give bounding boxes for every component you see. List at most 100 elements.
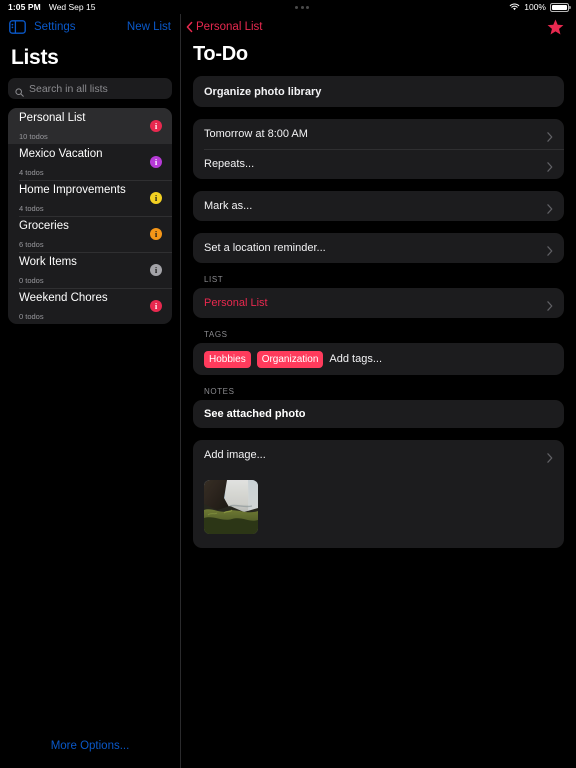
due-date-label: Tomorrow at 8:00 AM xyxy=(204,128,308,140)
split-view: Settings New List Lists Search in all li… xyxy=(0,14,576,768)
location-reminder-label: Set a location reminder... xyxy=(204,242,326,254)
add-tags-input[interactable]: Add tags... xyxy=(329,353,382,365)
list-item-count: 0 todos xyxy=(19,312,44,321)
info-badge-icon[interactable]: i xyxy=(150,156,162,168)
search-icon xyxy=(15,84,24,97)
list-item-text: Home Improvements 4 todos xyxy=(19,180,150,216)
list-item-name: Home Improvements xyxy=(19,184,126,196)
sidebar-item-mexico-vacation[interactable]: Mexico Vacation 4 todos i xyxy=(8,144,172,180)
list-item-text: Personal List 10 todos xyxy=(19,108,150,144)
back-button-label: Personal List xyxy=(196,21,263,33)
status-date: Wed Sep 15 xyxy=(48,2,96,12)
notes-card: See attached photo xyxy=(193,400,564,428)
sidebar-toggle-icon[interactable] xyxy=(9,20,26,34)
list-item-count: 0 todos xyxy=(19,276,44,285)
list-item-count: 4 todos xyxy=(19,168,44,177)
add-image-label: Add image... xyxy=(204,449,266,461)
list-item-name: Personal List xyxy=(19,112,86,124)
todo-title-field[interactable]: Organize photo library xyxy=(193,76,564,107)
image-thumbnails xyxy=(193,470,564,548)
info-badge-icon[interactable]: i xyxy=(150,228,162,240)
list-item-count: 10 todos xyxy=(19,132,48,141)
new-list-button[interactable]: New List xyxy=(127,21,171,33)
sidebar-item-groceries[interactable]: Groceries 6 todos i xyxy=(8,216,172,252)
notes-section-header: NOTES xyxy=(204,387,235,396)
list-item-name: Groceries xyxy=(19,220,69,232)
notes-value: See attached photo xyxy=(204,408,306,420)
detail-nav-bar: Personal List xyxy=(181,14,576,40)
add-image-row[interactable]: Add image... xyxy=(193,440,564,470)
list-item-count: 6 todos xyxy=(19,240,44,249)
star-filled-icon[interactable] xyxy=(547,19,564,35)
sidebar-nav-bar: Settings New List xyxy=(0,14,180,40)
sidebar-item-weekend-chores[interactable]: Weekend Chores 0 todos i xyxy=(8,288,172,324)
search-placeholder: Search in all lists xyxy=(29,82,108,95)
sidebar-item-home-improvements[interactable]: Home Improvements 4 todos i xyxy=(8,180,172,216)
list-value-label: Personal List xyxy=(204,297,268,309)
status-bar: 1:05 PM Wed Sep 15 100% xyxy=(0,0,576,14)
multitask-dots-icon[interactable] xyxy=(295,5,310,9)
list-item-name: Work Items xyxy=(19,256,77,268)
repeats-label: Repeats... xyxy=(204,158,255,170)
tag-chip-organization[interactable]: Organization xyxy=(256,350,324,368)
list-item-name: Weekend Chores xyxy=(19,292,108,304)
sidebar-item-work-items[interactable]: Work Items 0 todos i xyxy=(8,252,172,288)
mark-as-label: Mark as... xyxy=(204,200,253,212)
location-reminder-row[interactable]: Set a location reminder... xyxy=(193,233,564,263)
info-badge-icon[interactable]: i xyxy=(150,192,162,204)
image-card: Add image... xyxy=(193,440,564,548)
attached-photo-thumbnail[interactable] xyxy=(204,480,258,534)
info-badge-icon[interactable]: i xyxy=(150,264,162,276)
info-badge-icon[interactable]: i xyxy=(150,120,162,132)
list-value-row[interactable]: Personal List xyxy=(193,288,564,318)
list-section-header: LIST xyxy=(204,275,224,284)
status-time: 1:05 PM xyxy=(8,2,41,12)
settings-button[interactable]: Settings xyxy=(34,21,76,33)
detail-title: To-Do xyxy=(193,43,248,65)
list-item-count: 4 todos xyxy=(19,204,44,213)
chevron-left-icon xyxy=(186,21,193,33)
mark-as-card: Mark as... xyxy=(193,191,564,221)
battery-percent: 100% xyxy=(524,2,546,12)
detail-scroll-area: Organize photo library Tomorrow at 8:00 … xyxy=(181,76,576,548)
todo-title-value: Organize photo library xyxy=(204,85,322,98)
list-item-text: Weekend Chores 0 todos xyxy=(19,288,150,324)
lists-container: Personal List 10 todos i Mexico Vacation… xyxy=(8,108,172,324)
back-button[interactable]: Personal List xyxy=(186,21,262,33)
page-title: Lists xyxy=(11,46,59,69)
todo-title-card: Organize photo library xyxy=(193,76,564,107)
more-options-button[interactable]: More Options... xyxy=(0,740,180,752)
status-bar-left: 1:05 PM Wed Sep 15 xyxy=(0,2,95,12)
chevron-right-icon xyxy=(547,243,553,256)
due-date-row[interactable]: Tomorrow at 8:00 AM xyxy=(193,119,564,149)
list-item-name: Mexico Vacation xyxy=(19,148,103,160)
search-input[interactable]: Search in all lists xyxy=(8,78,172,99)
wifi-icon xyxy=(509,3,520,11)
info-badge-icon[interactable]: i xyxy=(150,300,162,312)
schedule-card: Tomorrow at 8:00 AM Repeats... xyxy=(193,119,564,179)
chevron-right-icon xyxy=(547,298,553,311)
notes-row[interactable]: See attached photo xyxy=(193,400,564,428)
detail-pane: Personal List To-Do Organize photo libra… xyxy=(181,14,576,768)
ipad-screen: 1:05 PM Wed Sep 15 100% Settings New Lis… xyxy=(0,0,576,768)
list-item-text: Work Items 0 todos xyxy=(19,252,150,288)
sidebar: Settings New List Lists Search in all li… xyxy=(0,14,180,768)
chevron-right-icon xyxy=(547,129,553,142)
chevron-right-icon xyxy=(547,450,553,463)
chevron-right-icon xyxy=(547,159,553,172)
tags-row[interactable]: Hobbies Organization Add tags... xyxy=(193,343,564,375)
location-card: Set a location reminder... xyxy=(193,233,564,263)
chevron-right-icon xyxy=(547,201,553,214)
repeats-row[interactable]: Repeats... xyxy=(193,149,564,179)
tag-chip-hobbies[interactable]: Hobbies xyxy=(204,350,251,368)
list-item-text: Groceries 6 todos xyxy=(19,216,150,252)
battery-full-icon xyxy=(550,2,571,12)
mark-as-row[interactable]: Mark as... xyxy=(193,191,564,221)
status-bar-center xyxy=(95,5,509,9)
status-bar-right: 100% xyxy=(509,2,576,12)
list-item-text: Mexico Vacation 4 todos xyxy=(19,144,150,180)
list-card: Personal List xyxy=(193,288,564,318)
tags-section-header: TAGS xyxy=(204,330,228,339)
tags-card: Hobbies Organization Add tags... xyxy=(193,343,564,375)
sidebar-item-personal-list[interactable]: Personal List 10 todos i xyxy=(8,108,172,144)
